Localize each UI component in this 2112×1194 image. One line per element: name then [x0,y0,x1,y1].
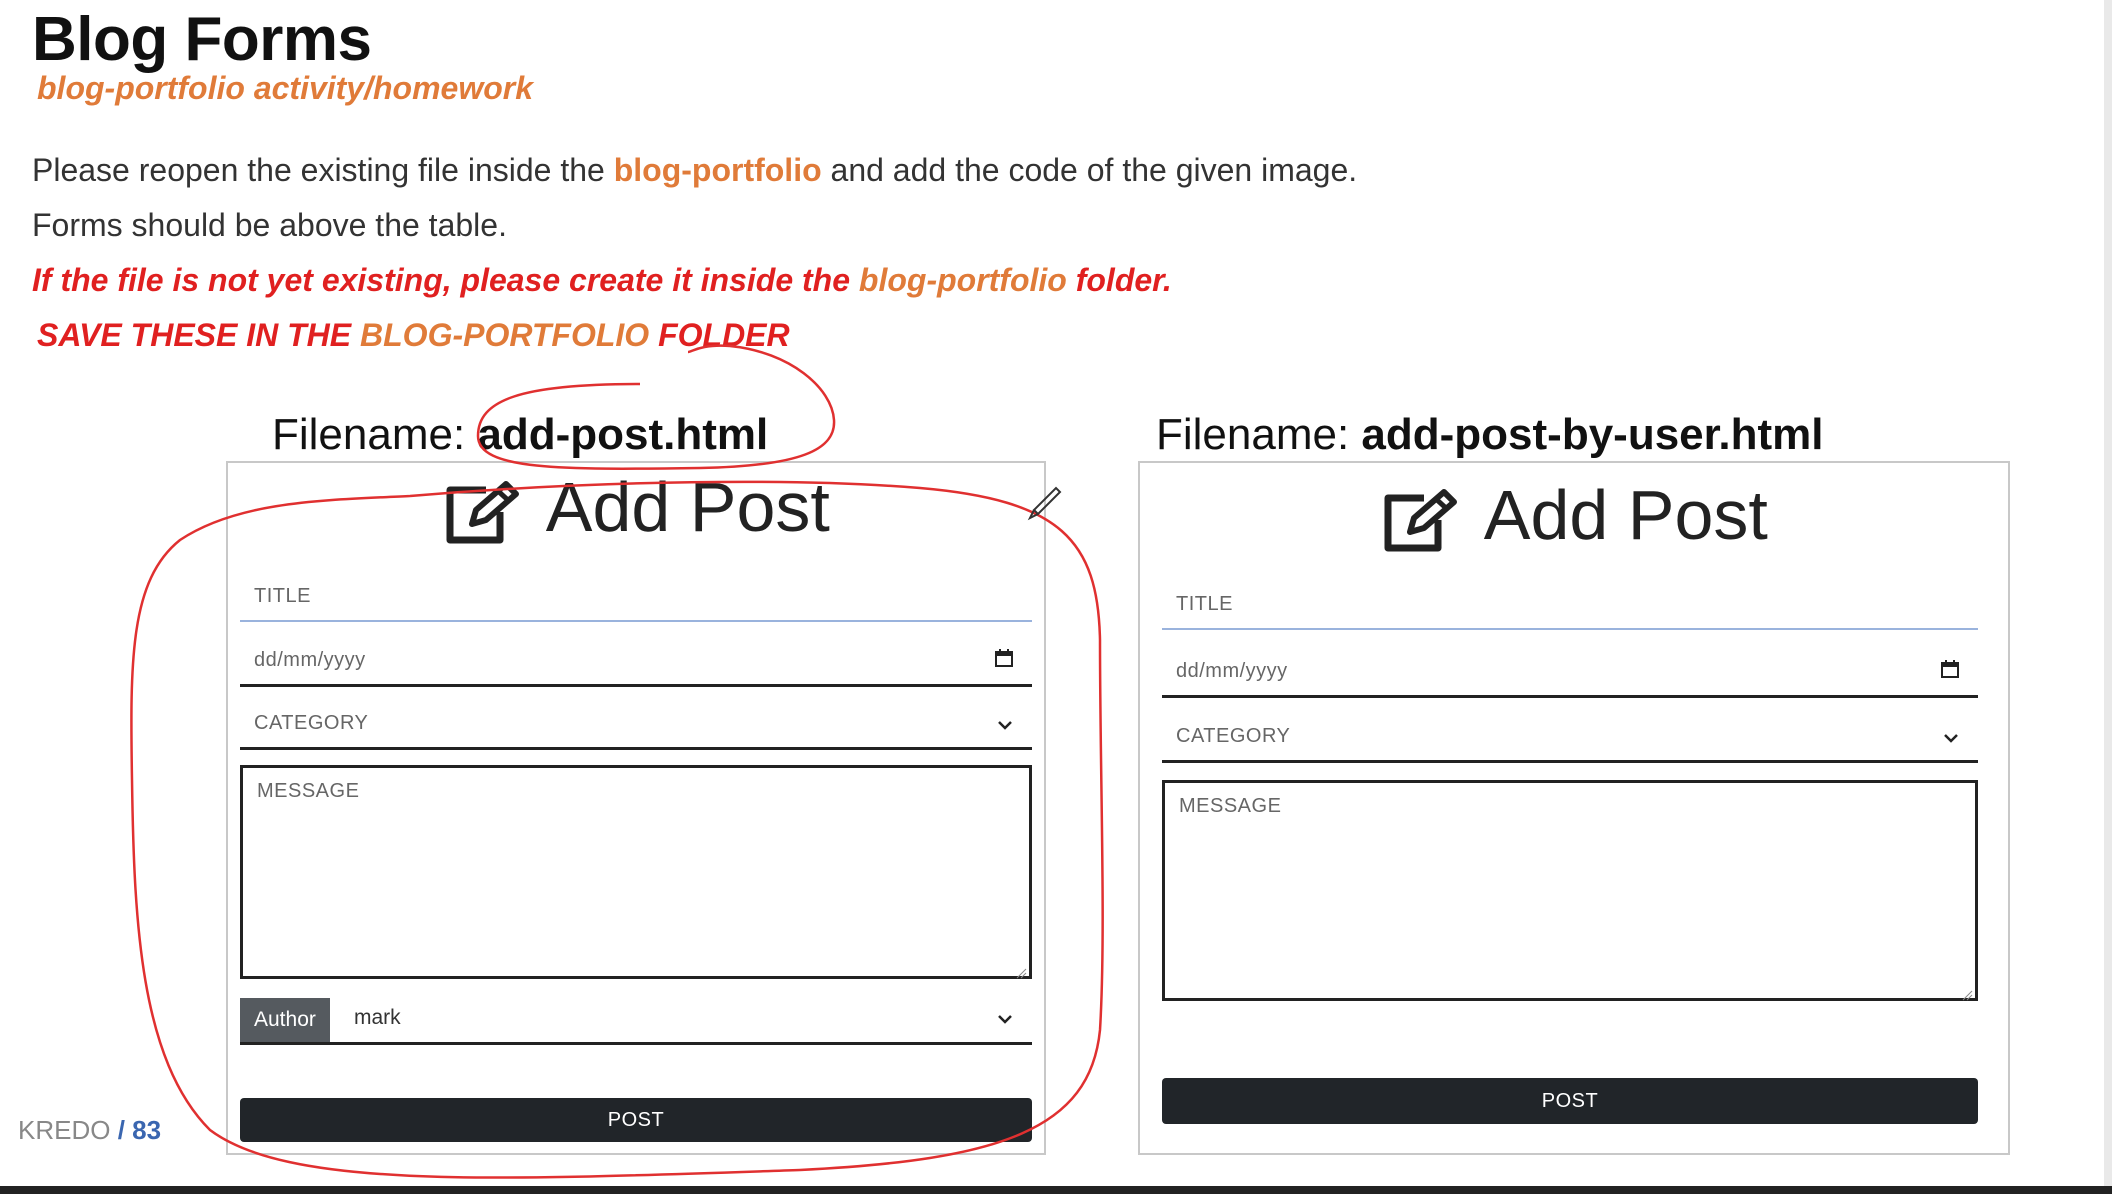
title-input[interactable]: TITLE [240,568,1032,622]
message-textarea[interactable]: MESSAGE [240,765,1032,979]
category-select[interactable]: CATEGORY [240,691,1032,750]
calendar-icon[interactable] [1940,659,1960,685]
filename-label-2: Filename: add-post-by-user.html [1156,410,1823,460]
add-post-form-panel: Add Post TITLE dd/mm/yyyy CATEGORY MESSA… [226,461,1046,1155]
page-number: 83 [132,1115,162,1145]
author-select[interactable]: mark [354,1006,401,1030]
author-label: Author [240,998,330,1042]
instruction-line-2: Forms should be above the table. [32,207,507,243]
message-placeholder: MESSAGE [1179,795,1282,817]
folder-highlight: BLOG-PORTFOLIO [360,317,650,353]
instruction-text: and add the code of the given image. [821,152,1358,188]
instruction-line-1: Please reopen the existing file inside t… [32,152,1357,189]
author-select-group: Author mark [240,998,1032,1045]
chevron-down-icon [996,714,1014,737]
edit-icon [1380,476,1484,554]
page-subtitle: blog-portfolio activity/homework [37,70,534,106]
warning-text: folder. [1066,262,1172,298]
chevron-down-icon [996,1012,1014,1030]
bottom-bar [0,1186,2112,1194]
warning-text: If the file is not yet existing, please … [32,262,859,298]
warning-line: If the file is not yet existing, please … [32,262,1172,299]
footer-separator: / [110,1115,133,1145]
date-input[interactable]: dd/mm/yyyy [1162,639,1978,698]
post-button[interactable]: POST [240,1098,1032,1142]
calendar-icon[interactable] [994,648,1014,674]
save-notice: SAVE THESE IN THE BLOG-PORTFOLIO FOLDER [37,317,790,354]
category-placeholder: CATEGORY [1176,725,1291,747]
filename-label-1: Filename: add-post.html [272,410,768,460]
form-heading-text: Add Post [1483,476,1768,554]
date-placeholder: dd/mm/yyyy [254,649,366,671]
footer-brand: KREDO [18,1115,111,1145]
instruction-text: Please reopen the existing file inside t… [32,152,614,188]
right-edge-strip [2104,0,2112,1186]
slide-footer: KREDO / 83 [18,1115,161,1146]
message-placeholder: MESSAGE [257,780,360,802]
category-placeholder: CATEGORY [254,712,369,734]
resize-handle-icon[interactable] [1015,962,1027,979]
form-heading-text: Add Post [545,468,830,546]
title-placeholder: TITLE [254,585,311,607]
title-input[interactable]: TITLE [1162,576,1978,630]
form-heading: Add Post [1140,475,2008,555]
filename-value: add-post-by-user.html [1361,410,1824,459]
save-notice-text: FOLDER [649,317,790,353]
filename-prefix: Filename: [272,410,478,459]
save-notice-text: SAVE THESE IN THE [37,317,361,353]
folder-highlight: blog-portfolio [613,152,822,188]
chevron-down-icon [1942,727,1960,750]
category-select[interactable]: CATEGORY [1162,704,1978,763]
filename-value: add-post.html [477,410,769,459]
edit-icon [442,468,546,546]
folder-highlight: blog-portfolio [858,262,1067,298]
date-placeholder: dd/mm/yyyy [1176,660,1288,682]
form-heading: Add Post [228,467,1044,547]
title-placeholder: TITLE [1176,593,1233,615]
add-post-by-user-form-panel: Add Post TITLE dd/mm/yyyy CATEGORY MESSA… [1138,461,2010,1155]
date-input[interactable]: dd/mm/yyyy [240,628,1032,687]
filename-prefix: Filename: [1156,410,1362,459]
page-title: Blog Forms [32,5,372,74]
message-textarea[interactable]: MESSAGE [1162,780,1978,1001]
post-button[interactable]: POST [1162,1078,1978,1124]
resize-handle-icon[interactable] [1961,984,1973,1001]
